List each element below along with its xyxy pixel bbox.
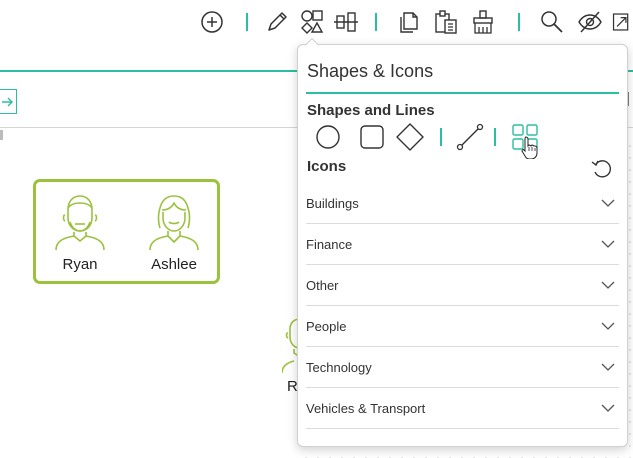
category-other[interactable]: Other: [306, 265, 619, 306]
chevron-down-icon: [601, 281, 615, 289]
paste-icon[interactable]: [431, 7, 461, 37]
ruler-tick: [0, 130, 3, 140]
hand-cursor-icon: [521, 136, 538, 159]
woman-icon: [149, 195, 199, 251]
icons-section-title: Icons: [307, 158, 347, 175]
shapes-separator: [494, 128, 496, 146]
title-underline: [306, 92, 619, 94]
toolbar-separator: [375, 13, 377, 31]
chevron-down-icon: [601, 240, 615, 248]
shapes-icon[interactable]: [297, 7, 327, 37]
undo-icon[interactable]: [589, 155, 615, 181]
toolbar-separator: [518, 13, 520, 31]
category-finance[interactable]: Finance: [306, 224, 619, 265]
shapes-section-title: Shapes and Lines: [307, 102, 435, 119]
category-people[interactable]: People: [306, 306, 619, 347]
person-name: Ashlee: [151, 256, 197, 273]
category-label: Buildings: [306, 195, 359, 211]
category-technology[interactable]: Technology: [306, 347, 619, 388]
format-painter-icon[interactable]: [468, 7, 498, 37]
chevron-down-icon: [601, 322, 615, 330]
shapes-icons-popup: Shapes & Icons Shapes and Lines Icons Bu…: [297, 44, 628, 447]
category-label: People: [306, 318, 347, 334]
shapes-row: [298, 122, 629, 154]
export-icon[interactable]: [610, 7, 633, 37]
circle-shape-icon[interactable]: [313, 122, 343, 152]
hide-icon[interactable]: [575, 7, 605, 37]
toolbar-separator: [246, 13, 248, 31]
chevron-down-icon: [601, 404, 615, 412]
popup-title: Shapes & Icons: [307, 61, 434, 81]
collapse-panel-button[interactable]: [0, 89, 17, 114]
category-label: Other: [306, 277, 339, 293]
arrow-right-icon: [2, 97, 13, 106]
diamond-shape-icon[interactable]: [395, 122, 425, 152]
align-icon[interactable]: [331, 7, 361, 37]
pencil-icon[interactable]: [262, 7, 292, 37]
person-node-ashlee[interactable]: Ashlee: [139, 188, 209, 273]
person-node-ryan[interactable]: Ryan: [45, 188, 115, 273]
search-icon[interactable]: [537, 7, 567, 37]
shapes-separator: [440, 128, 442, 146]
add-circle-icon[interactable]: [197, 7, 227, 37]
category-label: Finance: [306, 236, 353, 252]
person-name: Ryan: [62, 256, 98, 273]
copy-icon[interactable]: [395, 7, 425, 37]
category-buildings[interactable]: Buildings: [306, 183, 619, 224]
people-group[interactable]: Ryan Ashlee: [33, 179, 220, 284]
icon-category-list: Buildings Finance Other People Technolog…: [306, 183, 619, 429]
top-toolbar: [0, 0, 633, 44]
category-label: Technology: [306, 359, 372, 375]
category-vehicles-transport[interactable]: Vehicles & Transport: [306, 388, 619, 429]
square-shape-icon[interactable]: [357, 122, 387, 152]
line-connector-icon[interactable]: [455, 122, 485, 152]
man-icon: [55, 195, 105, 251]
chevron-down-icon: [601, 199, 615, 207]
chevron-down-icon: [601, 363, 615, 371]
category-label: Vehicles & Transport: [306, 400, 426, 416]
